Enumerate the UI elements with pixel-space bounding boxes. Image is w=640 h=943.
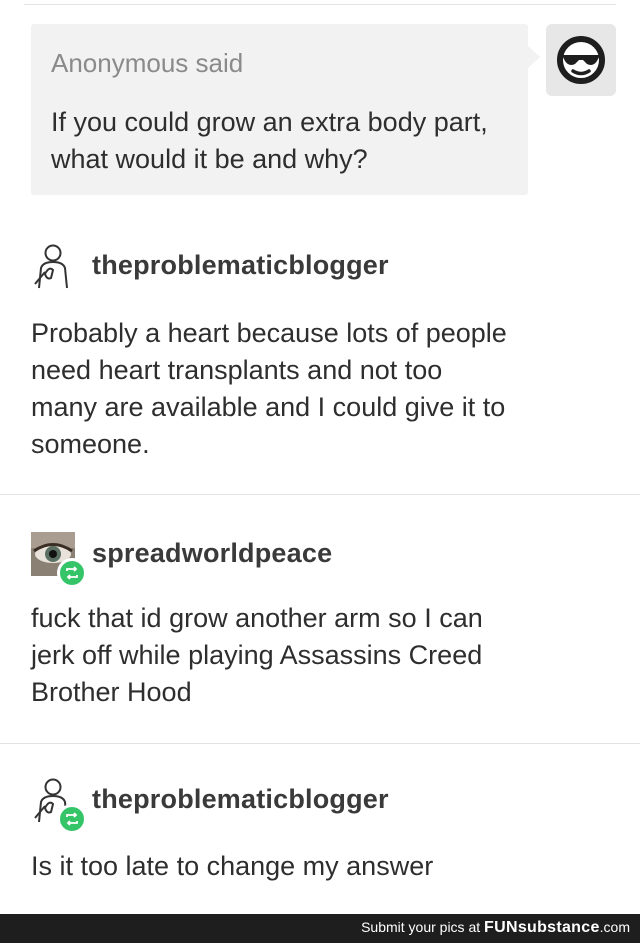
- post-header: theproblematicblogger: [31, 244, 620, 289]
- asker-line: Anonymous said: [51, 48, 243, 79]
- post-divider: [0, 743, 640, 744]
- ask-bubble: Anonymous said If you could grow an extr…: [31, 24, 540, 195]
- reblog-badge: [57, 804, 87, 834]
- reblog-badge: [57, 558, 87, 588]
- post-header: spreadworldpeace: [31, 532, 620, 588]
- post-text: Is it too late to change my answer: [31, 851, 434, 881]
- asker-suffix: said: [195, 48, 244, 78]
- post-text: Probably a heart because lots of people …: [31, 318, 507, 459]
- anonymous-avatar[interactable]: [546, 24, 616, 96]
- asker-name[interactable]: Anonymous: [51, 48, 188, 78]
- thinking-person-icon: [34, 244, 68, 289]
- username[interactable]: theproblematicblogger: [92, 784, 389, 815]
- sunglasses-face-icon: [557, 36, 605, 84]
- watermark-suffix: .com: [599, 919, 630, 935]
- watermark-prefix: Submit your pics at: [361, 919, 481, 935]
- watermark-text: Submit your pics at FUNsubstance.com: [361, 919, 630, 937]
- username[interactable]: spreadworldpeace: [92, 538, 332, 569]
- watermark-bar: Submit your pics at FUNsubstance.com: [0, 914, 640, 943]
- post-header: theproblematicblogger: [31, 778, 620, 834]
- top-divider: [24, 4, 616, 5]
- watermark-brand[interactable]: FUNsubstance: [484, 919, 600, 936]
- ask-question: If you could grow an extra body part, wh…: [51, 107, 488, 174]
- avatar[interactable]: [31, 244, 75, 289]
- username[interactable]: theproblematicblogger: [92, 250, 389, 281]
- post-divider: [0, 494, 640, 495]
- reblog-icon: [66, 812, 78, 826]
- reblog-icon: [66, 566, 78, 580]
- post-text: fuck that id grow another arm so I can j…: [31, 603, 483, 707]
